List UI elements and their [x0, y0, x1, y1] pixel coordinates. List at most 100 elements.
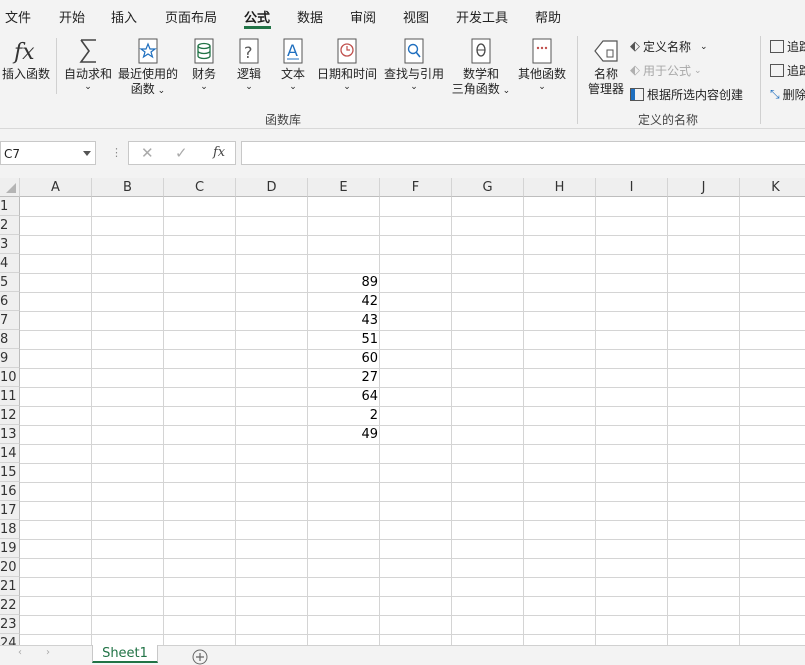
name-manager-label-2: 管理器 [587, 82, 624, 96]
column-header[interactable]: E [308, 178, 380, 197]
formula-input[interactable] [241, 141, 805, 165]
autosum-button[interactable]: 自动求和 ⌄ [62, 37, 114, 92]
row-header[interactable]: 11 [0, 387, 20, 406]
row-header[interactable]: 9 [0, 349, 20, 368]
column-header[interactable]: D [236, 178, 308, 197]
fx-icon[interactable]: fx [213, 145, 225, 160]
more-options-icon[interactable]: ⋮ [111, 146, 122, 159]
column-header[interactable]: H [524, 178, 596, 197]
row-header[interactable]: 1 [0, 197, 20, 216]
row-header[interactable]: 12 [0, 406, 20, 425]
financial-button[interactable]: 财务 ⌄ [188, 37, 220, 92]
column-header[interactable]: J [668, 178, 740, 197]
row-header[interactable]: 21 [0, 577, 20, 596]
lookup-button[interactable]: 查找与引用 ⌄ [383, 37, 445, 92]
use-in-formula-button[interactable]: ⬖ 用于公式 ⌄ [630, 62, 702, 79]
scroll-right-icon[interactable]: › [46, 647, 50, 658]
more-label: 其他函数 [517, 67, 566, 81]
row-header[interactable]: 4 [0, 254, 20, 273]
divider [56, 38, 57, 94]
recently-used-button[interactable]: 最近使用的 函数 ⌄ [117, 37, 179, 99]
menu-view[interactable]: 视图 [403, 7, 429, 26]
row-header[interactable]: 8 [0, 330, 20, 349]
cell-e5[interactable]: 89 [308, 273, 380, 292]
select-all-corner[interactable] [0, 178, 20, 197]
menu-page-layout[interactable]: 页面布局 [165, 7, 217, 26]
worksheet-grid[interactable]: A B C D E F G H I J K 1 2 3 4 5 6 7 8 9 … [0, 178, 805, 645]
financial-label: 财务 [191, 67, 216, 81]
row-header[interactable]: 15 [0, 463, 20, 482]
math-trig-button[interactable]: 数学和 三角函数 ⌄ [450, 37, 512, 99]
column-header[interactable]: A [20, 178, 92, 197]
trace-icon [770, 40, 784, 53]
menu-formulas[interactable]: 公式 [244, 7, 270, 26]
menu-developer[interactable]: 开发工具 [456, 7, 508, 26]
column-header[interactable]: C [164, 178, 236, 197]
menu-data[interactable]: 数据 [297, 7, 323, 26]
logical-button[interactable]: ? 逻辑 ⌄ [233, 37, 265, 92]
cell-e7[interactable]: 43 [308, 311, 380, 330]
cell-e11[interactable]: 64 [308, 387, 380, 406]
name-manager-button[interactable]: 名称 管理器 [585, 37, 627, 97]
divider [577, 36, 578, 124]
row-header[interactable]: 16 [0, 482, 20, 501]
row-header[interactable]: 22 [0, 596, 20, 615]
row-header[interactable]: 7 [0, 311, 20, 330]
coins-icon [194, 38, 214, 64]
column-header[interactable]: K [740, 178, 805, 197]
define-name-button[interactable]: ⬖ 定义名称 ⌄ [630, 38, 708, 55]
row-header[interactable]: 10 [0, 368, 20, 387]
column-header[interactable]: F [380, 178, 452, 197]
more-functions-button[interactable]: 其他函数 ⌄ [515, 37, 569, 92]
scroll-left-icon[interactable]: ‹ [18, 647, 22, 658]
row-header[interactable]: 6 [0, 292, 20, 311]
grid-small-icon [630, 88, 644, 101]
cell-e10[interactable]: 27 [308, 368, 380, 387]
create-from-selection-button[interactable]: 根据所选内容创建 [630, 86, 743, 103]
enter-icon[interactable]: ✓ [175, 144, 188, 162]
row-header[interactable]: 23 [0, 615, 20, 634]
trace-precedents-button[interactable]: 追踪 [770, 38, 805, 55]
cell-e6[interactable]: 42 [308, 292, 380, 311]
menu-insert[interactable]: 插入 [111, 7, 137, 26]
datetime-button[interactable]: 日期和时间 ⌄ [316, 37, 378, 92]
row-header[interactable]: 20 [0, 558, 20, 577]
add-sheet-icon[interactable] [192, 649, 208, 665]
chevron-down-icon [83, 151, 91, 156]
row-header[interactable]: 18 [0, 520, 20, 539]
menu-review[interactable]: 审阅 [350, 7, 376, 26]
cell-e8[interactable]: 51 [308, 330, 380, 349]
remove-arrows-button[interactable]: ⤡ 删除 [770, 86, 805, 103]
menu-help[interactable]: 帮助 [535, 7, 561, 26]
menu-file[interactable]: 文件 [5, 7, 31, 26]
cell-e12[interactable]: 2 [308, 406, 380, 425]
insert-function-button[interactable]: fx 插入函数 [1, 37, 51, 82]
gridlines [20, 178, 805, 645]
row-header[interactable]: 14 [0, 444, 20, 463]
row-header[interactable]: 19 [0, 539, 20, 558]
row-header[interactable]: 13 [0, 425, 20, 444]
cell-e9[interactable]: 60 [308, 349, 380, 368]
chevron-down-icon: ⌄ [700, 41, 708, 52]
trace-dependents-button[interactable]: 追踪 [770, 62, 805, 79]
sheet-tab-sheet1[interactable]: Sheet1 [92, 645, 158, 663]
question-icon: ? [239, 38, 259, 64]
use-in-formula-label: 用于公式 [643, 64, 692, 78]
cell-e13[interactable]: 49 [308, 425, 380, 444]
svg-text:?: ? [244, 43, 253, 62]
cancel-icon[interactable]: ✕ [141, 144, 154, 162]
row-header[interactable]: 2 [0, 216, 20, 235]
row-header[interactable]: 5 [0, 273, 20, 292]
name-box[interactable]: C7 [0, 141, 96, 165]
more-dots-icon [532, 38, 552, 64]
row-header[interactable]: 3 [0, 235, 20, 254]
menu-home[interactable]: 开始 [59, 7, 85, 26]
row-header[interactable]: 24 [0, 634, 20, 645]
column-header[interactable]: I [596, 178, 668, 197]
text-function-button[interactable]: A 文本 ⌄ [277, 37, 309, 92]
column-header[interactable]: G [452, 178, 524, 197]
column-header[interactable]: B [92, 178, 164, 197]
math-label-1: 数学和 [462, 67, 499, 81]
row-header[interactable]: 17 [0, 501, 20, 520]
lookup-label: 查找与引用 [383, 67, 444, 81]
